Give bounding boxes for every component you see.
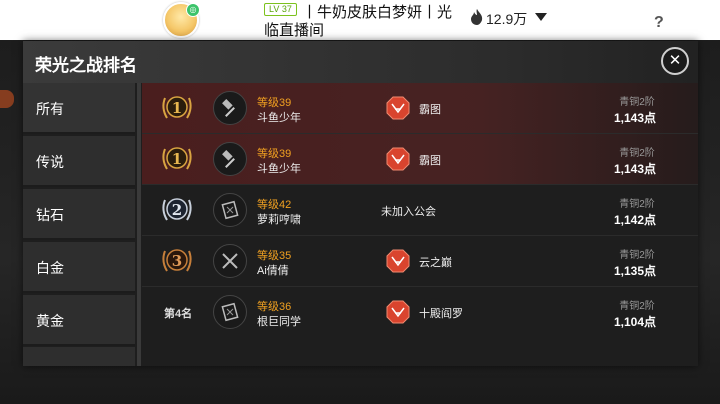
guild-name: 霸图 [419, 104, 441, 116]
points: 1,135点 [613, 264, 657, 278]
room-title-line1: 丨牛奶皮肤白梦妍丨光 [302, 4, 453, 21]
guild-emblem-icon [386, 147, 410, 171]
points: 1,142点 [613, 213, 657, 227]
bronze-laurel-icon: 3 [162, 249, 192, 272]
book-icon [213, 295, 247, 329]
guild-name: 十殿阎罗 [419, 308, 463, 320]
guild-name: 未加入公会 [381, 206, 436, 218]
guild-name: 云之巅 [419, 257, 452, 269]
hammer-icon [213, 142, 247, 176]
player-level: 等级36 [257, 301, 292, 313]
tab-diamond[interactable]: 钻石 [23, 189, 135, 240]
tab-legend[interactable]: 传说 [23, 136, 135, 187]
tab-platinum[interactable]: 白金 [23, 242, 135, 293]
player-level: 等级39 [257, 148, 292, 160]
points: 1,143点 [613, 162, 657, 176]
tab-all[interactable]: 所有 [23, 83, 135, 134]
ranking-row[interactable]: 1 等级39 斗鱼少年 霸图 青铜2阶 1,143点 [142, 83, 698, 134]
player-level: 等级39 [257, 97, 292, 109]
crossed-swords-icon [213, 244, 247, 278]
svg-text:2: 2 [172, 201, 182, 219]
side-decoration [0, 90, 14, 108]
gold-laurel-icon: 1 [162, 96, 192, 119]
player-name: 斗鱼少年 [257, 112, 301, 124]
guild-emblem-icon [386, 300, 410, 324]
player-name: Ai倩倩 [257, 265, 289, 277]
player-name: 萝莉哼啸 [257, 214, 301, 226]
player-name: 根巨同学 [257, 316, 301, 328]
points: 1,143点 [613, 111, 657, 125]
panel-title: 荣光之战排名 [35, 56, 137, 75]
level-badge: LV 37 [264, 3, 297, 16]
tier-label: 青铜2阶 [619, 199, 655, 210]
tier-label: 青铜2阶 [619, 97, 655, 108]
rank-label: 第4名 [164, 308, 193, 320]
ranking-row[interactable]: 第4名 等级36 根巨同学 十殿阎罗 青铜2阶 1,104点 [142, 287, 698, 338]
gold-laurel-icon: 1 [162, 147, 192, 170]
fire-icon [471, 9, 483, 25]
player-level: 等级35 [257, 250, 292, 262]
ranking-row[interactable]: 3 等级35 Ai倩倩 云之巅 青铜2阶 1,135点 [142, 236, 698, 287]
live-badge-icon: ◎ [186, 3, 200, 17]
tab-gold[interactable]: 黄金 [23, 295, 135, 346]
ranking-row[interactable]: 1 等级39 斗鱼少年 霸图 青铜2阶 1,143点 [142, 134, 698, 185]
ranking-panel: 荣光之战排名 ✕ 所有 传说 钻石 白金 黄金 1 等级39 斗鱼少年 霸图 青… [23, 41, 698, 366]
panel-title-bar: 荣光之战排名 ✕ [23, 41, 698, 83]
silver-laurel-icon: 2 [162, 198, 192, 221]
guild-emblem-icon [386, 249, 410, 273]
points: 1,104点 [613, 315, 657, 329]
help-icon[interactable]: ? [654, 14, 664, 32]
tab-filler [23, 347, 135, 366]
ranking-list: 1 等级39 斗鱼少年 霸图 青铜2阶 1,143点 1 等级39 斗鱼少年 霸… [142, 83, 698, 366]
svg-text:3: 3 [172, 252, 182, 270]
tier-label: 青铜2阶 [619, 148, 655, 159]
tier-tabs: 所有 传说 钻石 白金 黄金 [23, 83, 135, 366]
close-button[interactable]: ✕ [661, 47, 689, 75]
book-icon [213, 193, 247, 227]
chevron-down-icon[interactable] [535, 13, 547, 21]
svg-text:1: 1 [172, 99, 182, 117]
guild-emblem-icon [386, 96, 410, 120]
player-name: 斗鱼少年 [257, 163, 301, 175]
ranking-row[interactable]: 2 等级42 萝莉哼啸 未加入公会 青铜2阶 1,142点 [142, 185, 698, 236]
divider [137, 83, 141, 366]
room-title-line2: 临直播间 [264, 22, 325, 39]
tier-label: 青铜2阶 [619, 250, 655, 261]
svg-text:1: 1 [172, 150, 182, 168]
guild-name: 霸图 [419, 155, 441, 167]
player-level: 等级42 [257, 199, 292, 211]
viewer-count: 12.9万 [486, 11, 528, 27]
tier-label: 青铜2阶 [619, 301, 655, 312]
hammer-icon [213, 91, 247, 125]
